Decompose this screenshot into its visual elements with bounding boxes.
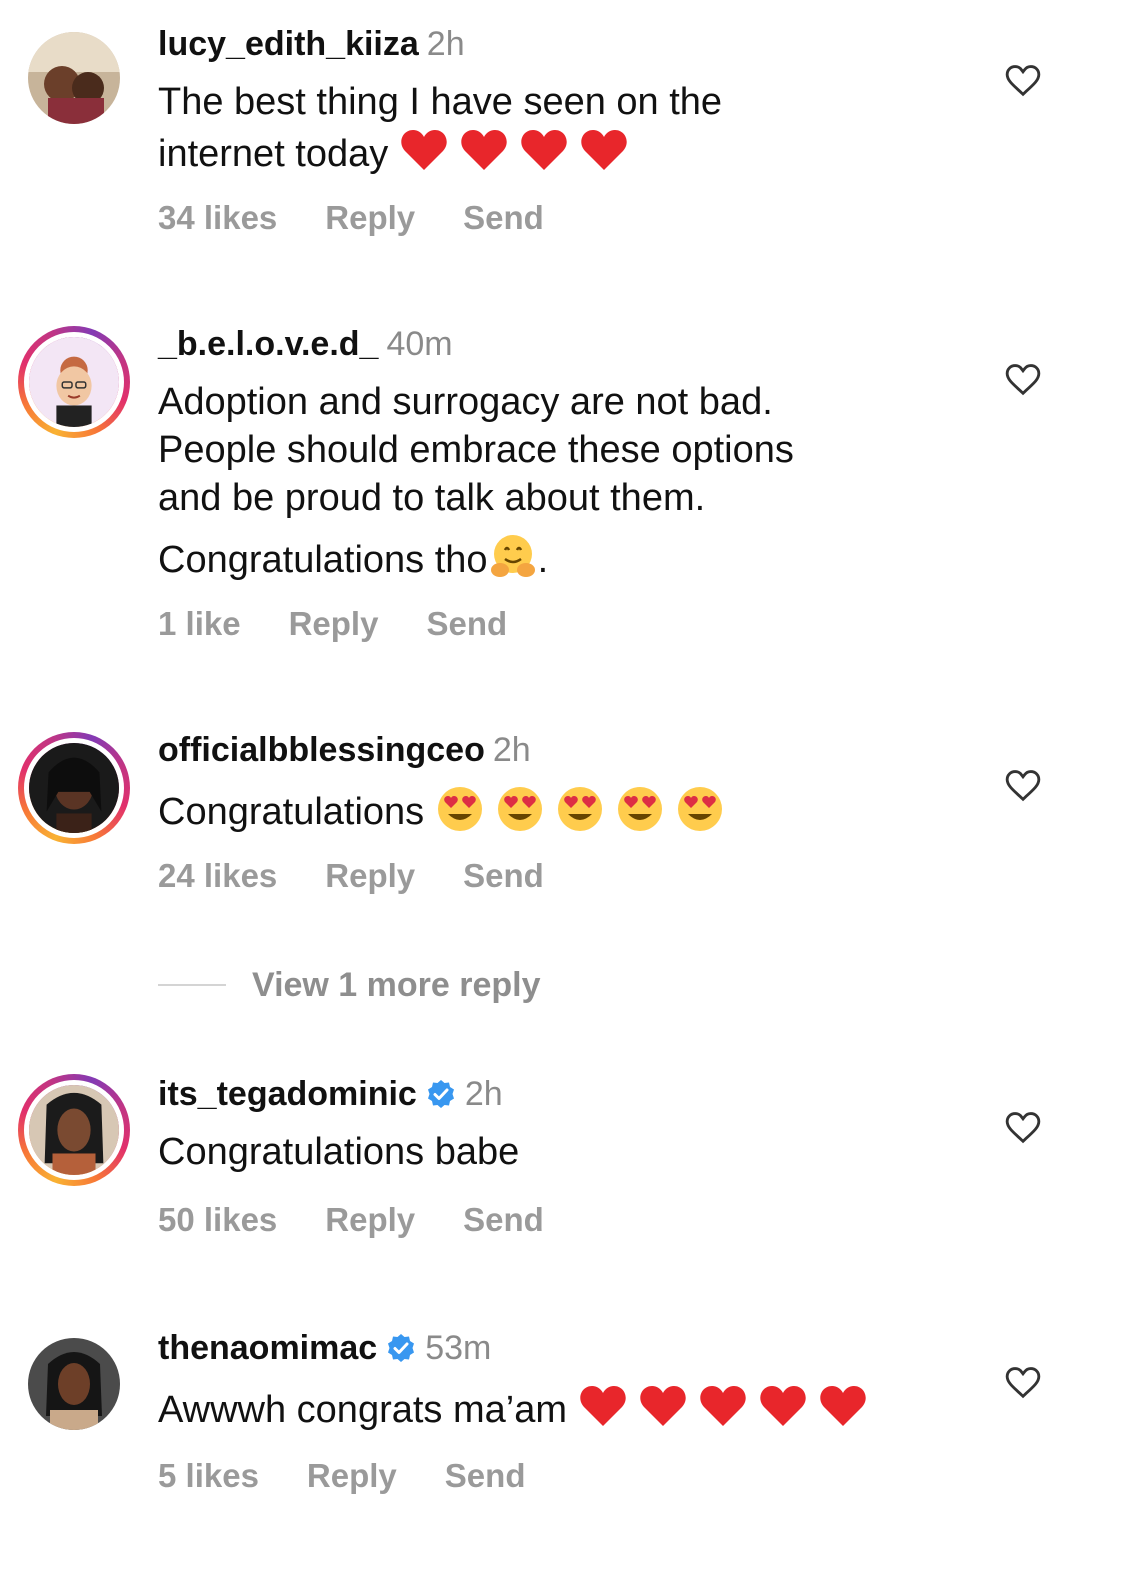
reply-button[interactable]: Reply <box>307 1456 397 1496</box>
comment-text: Adoption and surrogacy are not bad. Peop… <box>158 378 958 584</box>
username[interactable]: its_tegadominic <box>158 1075 417 1113</box>
avatar-photo <box>24 1080 124 1180</box>
avatar[interactable] <box>18 22 130 134</box>
heart-eyes-icon <box>435 784 485 834</box>
verified-badge-icon <box>385 1332 417 1364</box>
divider-line <box>158 984 226 986</box>
comment-text: Congratulations <box>158 784 958 836</box>
avatar-photo <box>28 1338 120 1430</box>
heart-eyes-icon <box>675 784 725 834</box>
heart-eyes-icon <box>615 784 665 834</box>
username[interactable]: _b.e.l.o.v.e.d_ <box>158 325 378 363</box>
comment-text: Awwwh congrats ma’am <box>158 1382 958 1434</box>
comment-text-segment: Awwwh congrats ma’am <box>158 1389 568 1431</box>
comment-text-line: Congratulations <box>158 784 958 836</box>
reply-button[interactable]: Reply <box>325 1200 415 1240</box>
comment-text-line: and be proud to talk about them. <box>158 477 706 519</box>
comment-text-segment: Congratulations <box>158 791 425 833</box>
comment-text-line: Awwwh congrats ma’am <box>158 1382 958 1434</box>
comment-text-segment: . <box>537 539 549 581</box>
send-button[interactable]: Send <box>463 1200 544 1240</box>
avatar[interactable] <box>18 1328 130 1440</box>
red-heart-icon <box>459 126 509 176</box>
avatar-photo <box>24 738 124 838</box>
like-button[interactable] <box>1004 1363 1042 1401</box>
comment-text: Congratulations babe <box>158 1128 958 1176</box>
red-heart-icon <box>638 1382 688 1432</box>
emoji-group <box>399 130 639 175</box>
red-heart-icon <box>818 1382 868 1432</box>
comment-time: 2h <box>464 1075 503 1113</box>
view-more-replies-label: View 1 more reply <box>252 965 541 1004</box>
reply-button[interactable]: Reply <box>325 198 415 238</box>
hugging-face-icon <box>488 532 538 582</box>
comment-item: lucy_edith_kiiza 2h The best thing I have… <box>0 0 1125 260</box>
comment-time: 40m <box>386 325 453 363</box>
likes-count[interactable]: 5 likes <box>158 1456 259 1496</box>
comment-text-line: The best thing I have seen on the <box>158 81 723 123</box>
avatar-memoji <box>24 332 124 432</box>
username[interactable]: thenaomimac <box>158 1329 377 1367</box>
heart-outline-icon <box>1005 770 1041 802</box>
emoji-group <box>578 1386 878 1431</box>
comment-text-line: Adoption and surrogacy are not bad. <box>158 381 773 423</box>
comment-time: 2h <box>426 25 465 63</box>
like-button[interactable] <box>1004 1108 1042 1146</box>
username[interactable]: officialbblessingceo <box>158 731 485 769</box>
like-button[interactable] <box>1004 766 1042 804</box>
heart-eyes-icon <box>555 784 605 834</box>
heart-outline-icon <box>1005 1112 1041 1144</box>
comment-text-line: Congratulations babe <box>158 1131 520 1173</box>
comment-text-line: Congratulations tho . <box>158 532 958 584</box>
send-button[interactable]: Send <box>445 1456 526 1496</box>
heart-eyes-icon <box>495 784 545 834</box>
avatar[interactable] <box>18 326 130 438</box>
red-heart-icon <box>519 126 569 176</box>
avatar[interactable] <box>18 1074 130 1186</box>
likes-count[interactable]: 24 likes <box>158 856 277 896</box>
avatar-photo <box>28 32 120 124</box>
red-heart-icon <box>758 1382 808 1432</box>
view-more-replies-button[interactable]: View 1 more reply <box>158 962 758 1008</box>
reply-button[interactable]: Reply <box>325 856 415 896</box>
reply-button[interactable]: Reply <box>289 604 379 644</box>
comment-text-segment: internet today <box>158 133 389 175</box>
red-heart-icon <box>698 1382 748 1432</box>
likes-count[interactable]: 34 likes <box>158 198 277 238</box>
heart-outline-icon <box>1005 364 1041 396</box>
username[interactable]: lucy_edith_kiiza <box>158 25 419 63</box>
send-button[interactable]: Send <box>463 856 544 896</box>
like-button[interactable] <box>1004 360 1042 398</box>
red-heart-icon <box>579 126 629 176</box>
heart-outline-icon <box>1005 1367 1041 1399</box>
emoji-group <box>435 787 735 833</box>
send-button[interactable]: Send <box>426 604 507 644</box>
like-button[interactable] <box>1004 61 1042 99</box>
red-heart-icon <box>399 126 449 176</box>
comment-text-line: internet today <box>158 126 958 178</box>
verified-badge-icon <box>425 1078 457 1110</box>
likes-count[interactable]: 50 likes <box>158 1200 277 1240</box>
heart-outline-icon <box>1005 65 1041 97</box>
comment-text: The best thing I have seen on the intern… <box>158 78 958 178</box>
comment-text-segment: Congratulations tho <box>158 539 488 581</box>
send-button[interactable]: Send <box>463 198 544 238</box>
likes-count[interactable]: 1 like <box>158 604 241 644</box>
comment-time: 2h <box>492 731 531 769</box>
avatar[interactable] <box>18 732 130 844</box>
comment-time: 53m <box>425 1329 492 1367</box>
comment-text-line: People should embrace these options <box>158 429 794 471</box>
red-heart-icon <box>578 1382 628 1432</box>
